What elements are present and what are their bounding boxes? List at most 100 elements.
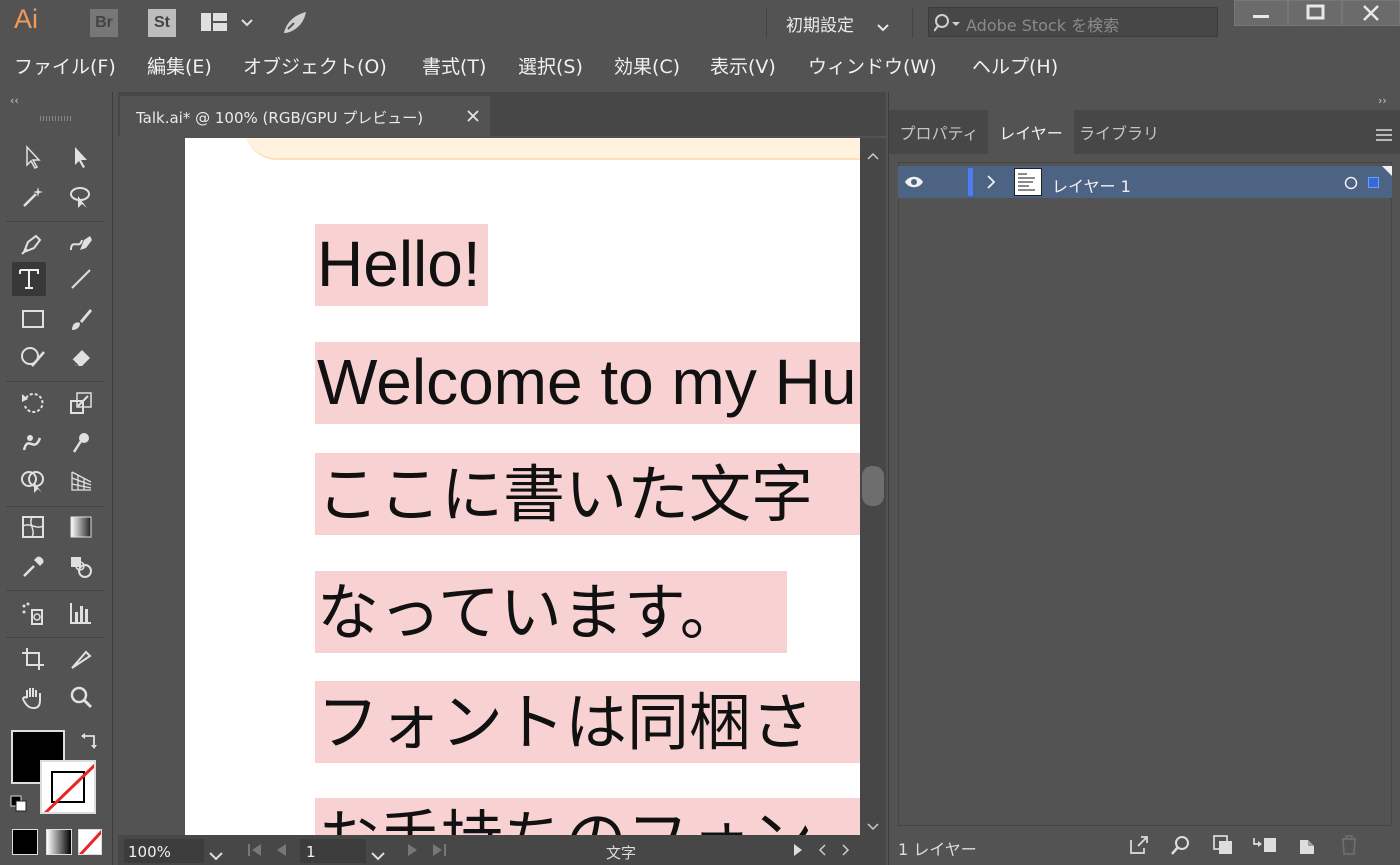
bridge-button[interactable]: Br [90,9,118,37]
lasso-tool-icon[interactable] [64,180,98,214]
status-menu-icon[interactable] [792,842,804,862]
eyedropper-tool-icon[interactable] [16,550,50,584]
maximize-button[interactable] [1288,0,1342,26]
artboard[interactable]: Hello! Welcome to my Hu ここに書いた文字 なっています。… [185,138,860,835]
scrollbar-thumb[interactable] [862,466,884,506]
symbol-sprayer-tool-icon[interactable] [16,596,50,630]
eraser-tool-icon[interactable] [64,340,98,374]
zoom-tool-icon[interactable] [64,680,98,714]
default-colors-icon[interactable] [10,795,28,817]
gradient-mode-button[interactable] [46,829,72,855]
none-mode-button[interactable] [78,829,102,855]
text-content: Welcome to my Hu [317,346,857,418]
zoom-value: 100% [128,843,171,861]
magic-wand-tool-icon[interactable] [16,180,50,214]
selection-tool-icon[interactable] [16,140,50,174]
rectangle-tool-icon[interactable] [16,302,50,336]
color-mode-button[interactable] [12,829,38,855]
chevron-down-icon[interactable] [876,18,890,37]
document-tab-title: Talk.ai* @ 100% (RGB/GPU プレビュー) [136,109,424,127]
next-artboard-icon[interactable] [406,842,420,862]
text-line-hello[interactable]: Hello! [315,224,488,306]
stock-button[interactable]: St [148,9,176,37]
export-icon[interactable] [1128,834,1150,860]
slice-tool-icon[interactable] [64,642,98,676]
menu-type[interactable]: 書式(T) [422,52,486,79]
curvature-tool-icon[interactable] [64,226,98,260]
text-line-jp-2[interactable]: なっています。 [315,571,787,653]
tab-properties[interactable]: プロパティ [892,110,986,154]
close-tab-icon[interactable] [466,108,480,127]
hand-tool-icon[interactable] [16,680,50,714]
toolbar-grip[interactable] [40,116,72,121]
layers-list [898,162,1392,826]
first-artboard-icon[interactable] [246,842,264,862]
scroll-up-icon[interactable] [866,146,880,165]
gpu-performance-icon[interactable] [280,9,310,41]
text-line-jp-3[interactable]: フォントは同梱さ [315,681,860,763]
mesh-tool-icon[interactable] [16,510,50,544]
layer-selection-indicator[interactable] [1368,177,1379,188]
column-graph-tool-icon[interactable] [64,596,98,630]
new-layer-icon[interactable] [1296,834,1318,860]
menu-effect[interactable]: 効果(C) [614,52,680,79]
arrange-documents-icon[interactable] [200,12,260,38]
shape-builder-tool-icon[interactable] [16,464,50,498]
collapse-panel-icon[interactable]: ›› [1378,94,1387,107]
text-content: なっています。 [317,576,742,649]
new-sublayer-icon[interactable] [1252,834,1278,860]
zoom-dropdown-icon[interactable] [208,846,224,865]
text-content: フォントは同梱さ [317,686,814,759]
previous-artboard-icon[interactable] [274,842,288,862]
menu-edit[interactable]: 編集(E) [147,52,212,79]
warp-tool-icon[interactable] [16,426,50,460]
blend-tool-icon[interactable] [64,550,98,584]
text-line-jp-4[interactable]: お手持ちのフォン [315,798,860,835]
tab-libraries[interactable]: ライブラリ [1076,110,1162,154]
paintbrush-tool-icon[interactable] [64,302,98,336]
panel-menu-icon[interactable] [1376,126,1392,145]
menu-help[interactable]: ヘルプ(H) [972,52,1058,79]
speech-bubble-shape[interactable] [245,138,860,160]
scroll-right-icon[interactable] [840,842,852,862]
layer-count: 1 レイヤー [898,840,977,859]
search-icon [933,13,964,37]
scroll-down-icon[interactable] [866,817,880,836]
perspective-grid-tool-icon[interactable] [64,464,98,498]
minimize-button[interactable] [1234,0,1288,26]
pen-tool-icon[interactable] [16,226,50,260]
scroll-left-icon[interactable] [816,842,828,862]
menu-window[interactable]: ウィンドウ(W) [808,52,937,79]
type-tool-icon[interactable] [12,262,46,296]
collapse-toolbar-icon[interactable]: ‹‹ [10,94,19,107]
layer-target-icon[interactable] [1344,175,1358,194]
clipping-mask-icon[interactable] [1212,834,1234,860]
puppet-warp-tool-icon[interactable] [64,426,98,460]
menu-view[interactable]: 表示(V) [710,52,776,79]
layer-name[interactable]: レイヤー 1 [1052,173,1131,197]
workspace-switcher[interactable]: 初期設定 [786,11,854,36]
text-line-welcome[interactable]: Welcome to my Hu [315,342,860,424]
artboard-dropdown-icon[interactable] [370,846,386,865]
visibility-eye-icon[interactable] [904,174,924,193]
menu-select[interactable]: 選択(S) [518,52,583,79]
rotate-tool-icon[interactable] [16,386,50,420]
line-segment-tool-icon[interactable] [64,262,98,296]
menu-file[interactable]: ファイル(F) [14,52,116,79]
scale-tool-icon[interactable] [64,386,98,420]
text-line-jp-1[interactable]: ここに書いた文字 [315,453,860,535]
tab-layers[interactable]: レイヤー [988,110,1074,154]
locate-object-icon[interactable] [1170,834,1192,860]
last-artboard-icon[interactable] [430,842,448,862]
stroke-color-swatch[interactable] [40,760,96,814]
text-content: ここに書いた文字 [317,458,814,531]
artboard-tool-icon[interactable] [16,642,50,676]
delete-layer-icon[interactable] [1338,834,1360,860]
direct-selection-tool-icon[interactable] [64,140,98,174]
close-button[interactable] [1342,0,1400,26]
swap-colors-icon[interactable] [80,730,100,754]
gradient-tool-icon[interactable] [64,510,98,544]
shaper-tool-icon[interactable] [16,340,50,374]
expand-layer-icon[interactable] [986,174,996,194]
menu-object[interactable]: オブジェクト(O) [243,52,387,79]
